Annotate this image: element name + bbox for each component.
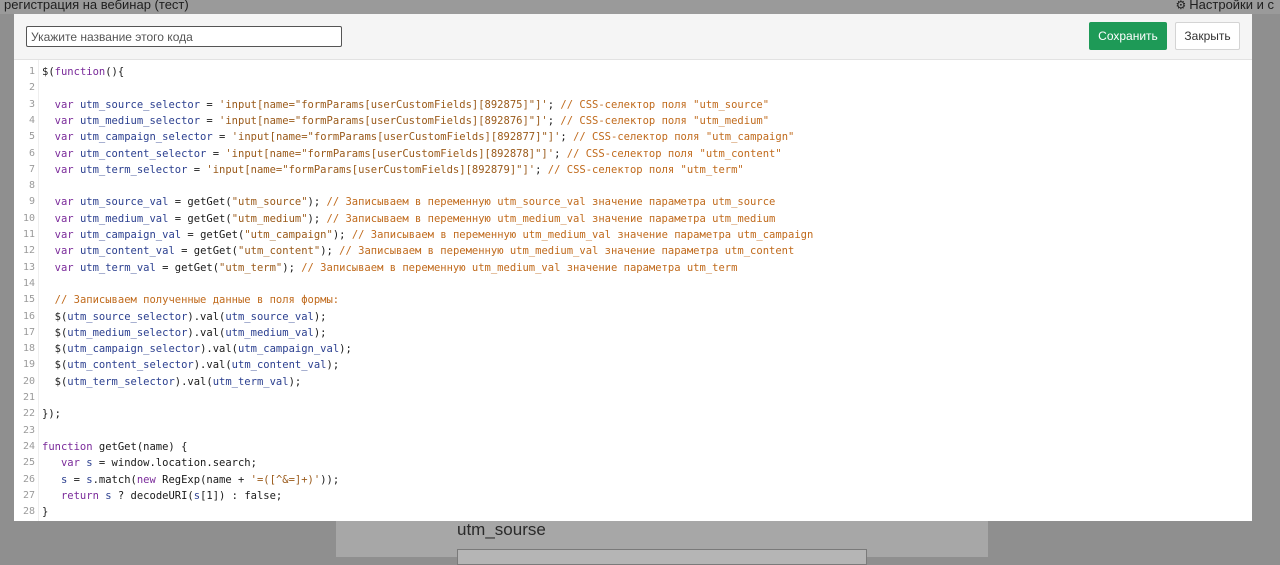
background-topbar: регистрация на вебинар (тест) ⚙ Настройки… [0,0,1280,14]
code-text: var utm_term_val = getGet("utm_term"); /… [54,261,738,274]
code-line[interactable]: 20 $(utm_term_selector).val(utm_term_val… [14,374,1252,390]
code-line[interactable]: 28} [14,504,1252,520]
code-line[interactable]: 16 $(utm_source_selector).val(utm_source… [14,309,1252,325]
line-number: 23 [22,424,35,436]
code-text: var utm_medium_val = getGet("utm_medium"… [54,212,776,225]
line-number: 3 [28,98,35,110]
line-number: 5 [28,131,35,143]
line-number: 20 [22,375,35,387]
line-number: 27 [22,489,35,501]
code-text: var utm_content_selector = 'input[name="… [54,147,782,160]
settings-label: Настройки и с [1189,0,1274,12]
code-line[interactable]: 27 return s ? decodeURI(s[1]) : false; [14,488,1252,504]
code-line[interactable]: 12 var utm_content_val = getGet("utm_con… [14,243,1252,259]
line-number: 2 [28,82,35,94]
line-number: 25 [22,457,35,469]
code-line[interactable]: 19 $(utm_content_selector).val(utm_conte… [14,357,1252,373]
modal-header: Сохранить Закрыть [14,14,1252,60]
code-text: var s = window.location.search; [60,457,257,470]
line-number: 16 [22,310,35,322]
code-text: } [42,506,49,519]
code-line[interactable]: 3 var utm_source_selector = 'input[name=… [14,97,1252,113]
line-number: 19 [22,359,35,371]
line-number: 1 [28,66,35,77]
line-number: 14 [22,277,35,289]
line-number: 9 [28,196,35,208]
code-line[interactable]: 24 function getGet(name) { [14,439,1252,455]
gear-icon: ⚙ [1175,0,1187,12]
code-text: var utm_source_val = getGet("utm_source"… [54,196,776,209]
code-line[interactable]: 21 [14,390,1252,406]
code-text: var utm_term_selector = 'input[name="for… [54,163,744,176]
code-line[interactable]: 15 // Записываем полученные данные в пол… [14,292,1252,308]
code-editor-modal: Сохранить Закрыть 1$(function(){23 var u… [14,14,1252,521]
line-number: 22 [22,408,35,420]
code-text: $(utm_content_selector).val(utm_content_… [42,359,340,372]
code-text: function getGet(name) { [42,440,188,453]
code-line[interactable]: 1 $(function(){ [14,64,1252,80]
code-line[interactable]: 23 [14,423,1252,439]
line-number: 10 [22,212,35,224]
code-text: }); [42,408,61,421]
settings-link[interactable]: ⚙ Настройки и с [1176,0,1275,12]
code-line[interactable]: 2 [14,80,1252,96]
code-text: var utm_source_selector = 'input[name="f… [54,98,770,111]
line-number: 26 [22,473,35,485]
background-field-label: utm_sourse [457,520,546,539]
code-text: var utm_content_val = getGet("utm_conten… [54,245,795,258]
code-text: $(function(){ [42,66,125,78]
code-text: var utm_campaign_val = getGet("utm_campa… [54,229,814,241]
line-number: 12 [22,245,35,257]
code-text: return s ? decodeURI(s[1]) : false; [60,489,283,502]
line-number: 17 [22,326,35,338]
code-line[interactable]: 13 var utm_term_val = getGet("utm_term")… [14,260,1252,276]
code-text: $(utm_term_selector).val(utm_term_val); [42,375,302,388]
code-text: var utm_campaign_selector = 'input[name=… [54,131,795,144]
code-line[interactable]: 6 var utm_content_selector = 'input[name… [14,146,1252,162]
line-number: 6 [28,147,35,159]
code-line[interactable]: 17 $(utm_medium_selector).val(utm_medium… [14,325,1252,341]
code-line[interactable]: 10 var utm_medium_val = getGet("utm_medi… [14,211,1252,227]
line-number: 8 [28,180,35,192]
code-line[interactable]: 8 [14,178,1252,194]
code-editor[interactable]: 1 $(function(){2 3 var utm_source_selector… [14,60,1252,521]
code-line[interactable]: 25 var s = window.location.search; [14,455,1252,471]
code-line[interactable]: 5 var utm_campaign_selector = 'input[nam… [14,129,1252,145]
code-line[interactable]: 18 $(utm_campaign_selector).val(utm_camp… [14,341,1252,357]
code-line[interactable]: 11 var utm_campaign_val = getGet("utm_ca… [14,227,1252,243]
code-text: $(utm_source_selector).val(utm_source_va… [42,310,327,323]
code-line[interactable]: 7 var utm_term_selector = 'input[name="f… [14,162,1252,178]
code-text: var utm_medium_selector = 'input[name="f… [54,114,770,127]
line-number: 4 [28,114,35,126]
code-text: $(utm_campaign_selector).val(utm_campaig… [42,343,352,356]
code-text: // Записываем полученные данные в поля ф… [54,294,340,307]
background-field-input [457,549,867,565]
code-line[interactable]: 26 s = s.match(new RegExp(name + '=([^&=… [14,472,1252,488]
line-number: 15 [22,294,35,306]
code-name-input[interactable] [26,26,342,47]
code-line[interactable]: 4 var utm_medium_selector = 'input[name=… [14,113,1252,129]
code-line[interactable]: 9 var utm_source_val = getGet("utm_sourc… [14,194,1252,210]
code-text: $(utm_medium_selector).val(utm_medium_va… [42,326,327,339]
line-number: 18 [22,343,35,355]
line-number: 13 [22,261,35,273]
line-number: 7 [28,163,35,175]
save-button[interactable]: Сохранить [1089,22,1167,50]
line-number: 28 [22,506,35,518]
line-number: 24 [22,440,35,452]
close-button[interactable]: Закрыть [1175,22,1240,50]
code-text: s = s.match(new RegExp(name + '=([^&=]+)… [60,473,340,486]
line-number: 21 [22,392,35,403]
code-line[interactable]: 14 [14,276,1252,292]
page-title: регистрация на вебинар (тест) [4,0,189,12]
line-number: 11 [22,229,35,240]
code-line[interactable]: 22}); [14,406,1252,422]
